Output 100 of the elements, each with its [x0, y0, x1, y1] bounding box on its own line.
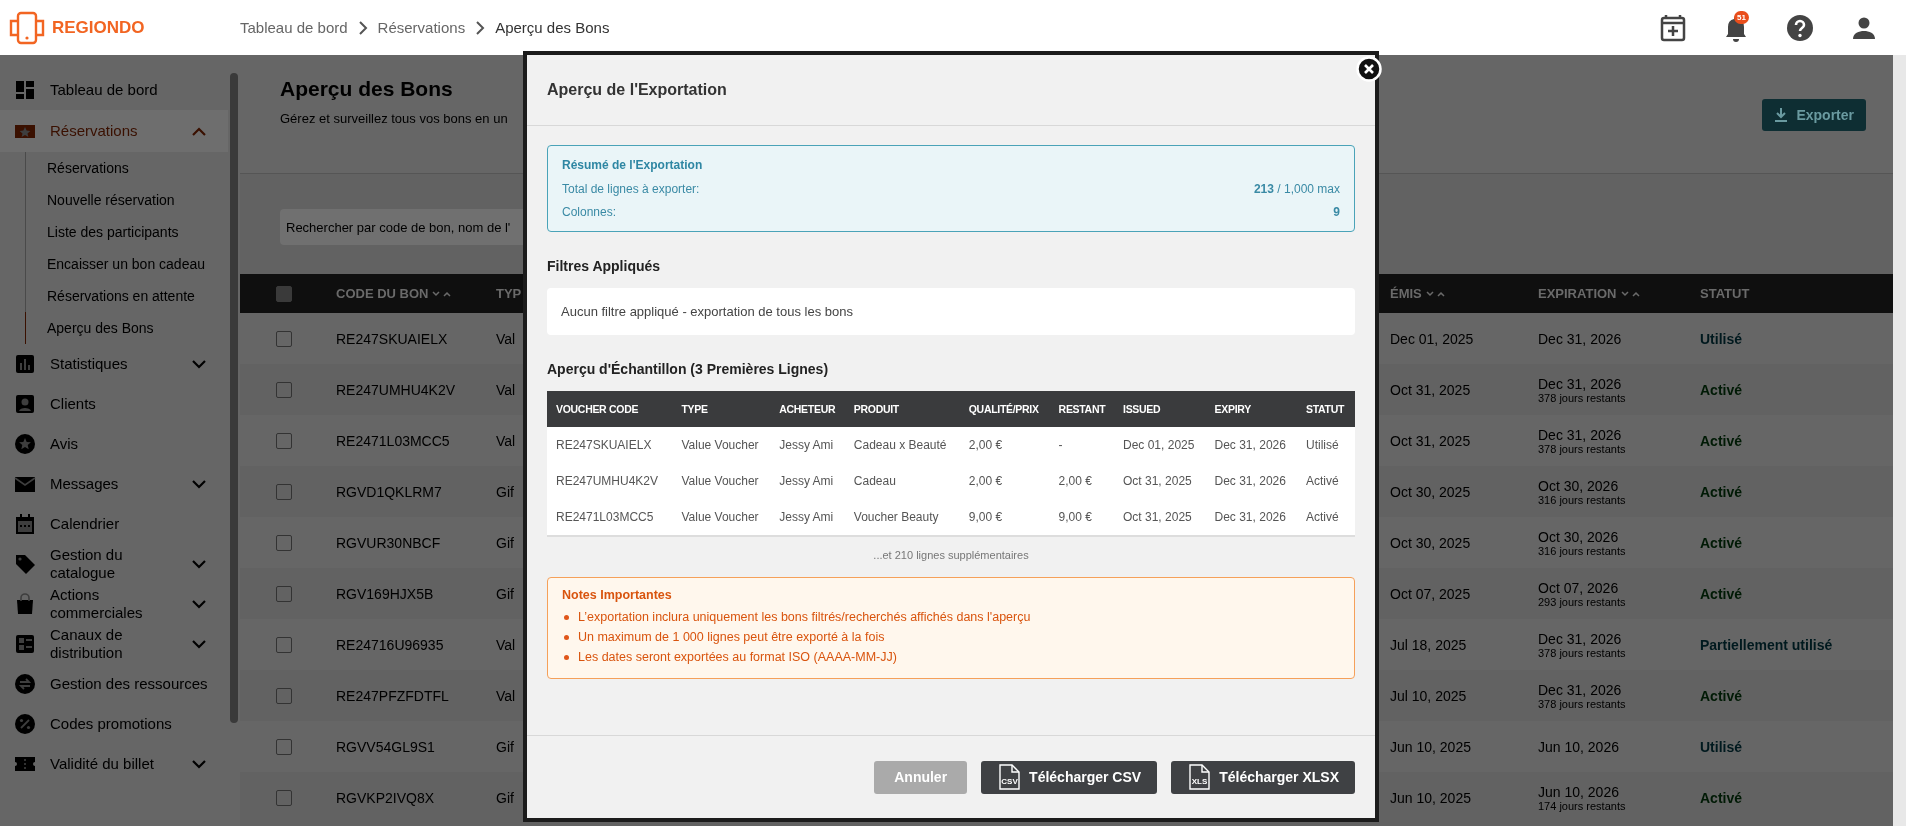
- sidebar-item[interactable]: Canaux de distribution: [0, 624, 228, 664]
- more-rows-note: ...et 210 lignes supplémentaires: [873, 549, 1029, 561]
- close-icon[interactable]: [1356, 56, 1382, 82]
- bullet: [564, 634, 569, 640]
- row-checkbox[interactable]: [276, 738, 292, 755]
- sidebar-item[interactable]: Gestion du catalogue: [0, 544, 228, 584]
- table-cell: Dec 01, 2025: [1390, 330, 1474, 347]
- section-title: Filtres Appliqués: [547, 258, 662, 274]
- sidebar-item[interactable]: Actions commerciales: [0, 584, 228, 624]
- status-label: Activé: [1700, 381, 1743, 398]
- table-cell: Dec 31, 2026: [1208, 499, 1300, 536]
- sidebar-subitem[interactable]: Encaisser un bon cadeau: [25, 248, 228, 280]
- sidebar-item[interactable]: Tableau de bord: [0, 70, 228, 110]
- table-cell: Value Voucher: [675, 427, 774, 463]
- table-cell: Voucher Beauty: [847, 499, 963, 536]
- column-header: PRODUIT: [847, 391, 963, 427]
- breadcrumb-item[interactable]: Réservations: [377, 19, 466, 36]
- column-header[interactable]: TYP: [496, 286, 522, 301]
- download-icon: [1774, 107, 1789, 123]
- column-header: VOUCHER CODE: [547, 391, 676, 427]
- sidebar-item[interactable]: Gestion des ressources: [0, 664, 228, 704]
- table-cell: RE247PFZFDTFL: [336, 687, 449, 704]
- row-checkbox[interactable]: [276, 636, 292, 653]
- column-header: RESTANT: [1052, 391, 1117, 427]
- status-label: Activé: [1700, 789, 1743, 806]
- summary-label: Total de lignes à exporter:: [562, 182, 700, 196]
- table-cell: 9,00 €: [962, 499, 1053, 536]
- sidebar-subitem[interactable]: Réservations en attente: [25, 280, 228, 312]
- row-checkbox[interactable]: [276, 687, 292, 704]
- cancel-button[interactable]: Annuler: [874, 760, 968, 794]
- table-cell: RE2471L03MCC5: [336, 432, 450, 449]
- days-remaining: 316 jours restants: [1538, 544, 1626, 557]
- status-label: Partiellement utilisé: [1700, 636, 1833, 653]
- table-cell: Cadeau: [847, 463, 963, 499]
- select-all-checkbox[interactable]: [276, 285, 292, 302]
- page-title: Aperçu des Bons: [280, 77, 454, 101]
- menu-icon: [14, 79, 36, 101]
- filters-text: Aucun filtre appliqué - exportation de tous les bons: [561, 304, 853, 319]
- download-button[interactable]: CSV Télécharger CSV: [981, 760, 1158, 794]
- sidebar-item[interactable]: Statistiques: [0, 344, 228, 384]
- table-cell: RE24716U96935: [336, 636, 444, 653]
- sort-icon[interactable]: [1620, 289, 1641, 298]
- download-button[interactable]: XLS Télécharger XLSX: [1171, 760, 1355, 794]
- status-label: Activé: [1700, 585, 1743, 602]
- status-label: Activé: [1700, 483, 1743, 500]
- sidebar-subitem[interactable]: Liste des participants: [25, 216, 228, 248]
- sidebar-item[interactable]: Avis: [0, 424, 228, 464]
- column-header: TYPE: [675, 391, 774, 427]
- sort-icon[interactable]: [1425, 289, 1446, 298]
- table-cell: 2,00 €: [962, 463, 1053, 499]
- row-checkbox[interactable]: [276, 789, 292, 806]
- sort-icon[interactable]: [432, 289, 453, 298]
- column-header[interactable]: ÉMIS: [1390, 286, 1422, 301]
- sidebar-subitem[interactable]: Aperçu des Bons: [25, 312, 228, 344]
- row-checkbox[interactable]: [276, 534, 292, 551]
- search-field[interactable]: Rechercher par code de bon, nom de l': [280, 209, 524, 245]
- chevron-right-icon: [357, 20, 368, 35]
- table-cell: Dec 31, 2026: [1538, 681, 1622, 698]
- sidebar-item[interactable]: Validité du billet: [0, 744, 228, 784]
- file-icon: XLS: [1187, 764, 1212, 790]
- column-header[interactable]: CODE DU BON: [336, 286, 429, 301]
- note-text: L’exportation inclura uniquement les bons filtrés/recherchés affichés dans l'aperçu: [578, 610, 1031, 624]
- table-cell: Jul 10, 2025: [1390, 687, 1467, 704]
- logo-text[interactable]: REGIONDO: [52, 17, 145, 38]
- sidebar-subitem[interactable]: Nouvelle réservation: [25, 184, 228, 216]
- row-checkbox[interactable]: [276, 585, 292, 602]
- export-button[interactable]: Exporter: [1762, 99, 1866, 131]
- sidebar-item[interactable]: Clients: [0, 384, 228, 424]
- table-cell: Jessy Ami: [773, 463, 848, 499]
- sidebar-item[interactable]: Codes promotions: [0, 704, 228, 744]
- table-cell: Jessy Ami: [773, 499, 848, 536]
- menu-icon: [14, 673, 36, 695]
- table-cell: Dec 31, 2026: [1538, 330, 1622, 347]
- days-remaining: 316 jours restants: [1538, 493, 1626, 506]
- days-remaining: 293 jours restants: [1538, 595, 1626, 608]
- page-scrollbar[interactable]: [1893, 55, 1906, 826]
- table-cell: Dec 31, 2026: [1208, 427, 1300, 463]
- days-remaining: 378 jours restants: [1538, 442, 1626, 455]
- user-icon[interactable]: [1852, 15, 1876, 40]
- breadcrumb-item[interactable]: Tableau de bord: [240, 19, 348, 36]
- table-cell: Oct 31, 2025: [1117, 463, 1209, 499]
- help-icon[interactable]: [1786, 13, 1814, 42]
- scrollbar[interactable]: [230, 73, 238, 723]
- column-header[interactable]: STATUT: [1700, 286, 1750, 301]
- table-cell: RE247SKUAIELX: [547, 427, 676, 463]
- row-checkbox[interactable]: [276, 381, 292, 398]
- row-checkbox[interactable]: [276, 483, 292, 500]
- row-checkbox[interactable]: [276, 330, 292, 347]
- calendar-add-icon[interactable]: [1660, 13, 1686, 42]
- sidebar-subitem[interactable]: Réservations: [25, 152, 228, 184]
- sidebar-item[interactable]: Réservations: [0, 110, 228, 152]
- sidebar-item[interactable]: Calendrier: [0, 504, 228, 544]
- column-header[interactable]: EXPIRATION: [1538, 286, 1617, 301]
- row-checkbox[interactable]: [276, 432, 292, 449]
- table-cell: Oct 07, 2025: [1390, 585, 1471, 602]
- table-cell: RE247UMHU4K2V: [547, 463, 676, 499]
- sidebar-item[interactable]: Messages: [0, 464, 228, 504]
- menu-icon: [14, 713, 36, 735]
- bullet: [564, 614, 569, 620]
- table-cell: Oct 30, 2025: [1390, 483, 1471, 500]
